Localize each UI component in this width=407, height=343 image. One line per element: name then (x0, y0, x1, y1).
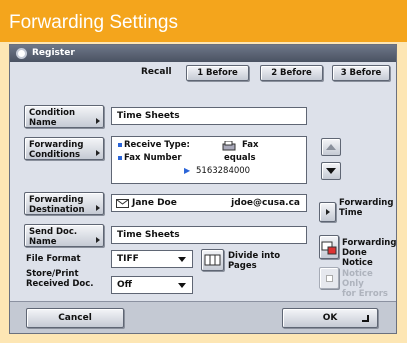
notice-only-errors-label-1: Notice Only (342, 269, 373, 289)
forwarding-done-notice-label-2: Done Notice (342, 248, 373, 268)
register-dialog: Register Recall 1 Before 2 Before 3 Befo… (9, 44, 397, 334)
bullet-icon (118, 142, 122, 147)
notice-only-errors-label: Notice Only for Errors (342, 269, 396, 299)
register-icon (16, 48, 27, 59)
notice-only-errors-button[interactable] (319, 267, 339, 289)
footer-bar: Cancel OK (10, 301, 396, 333)
arrow-right-icon (96, 150, 100, 156)
forwarding-done-notice-label-1: Forwarding (342, 238, 397, 248)
receive-type-value: Fax (242, 140, 259, 150)
divide-into-pages-label: Divide into Pages (228, 251, 280, 271)
forwarding-time-label-2: Time (339, 208, 363, 218)
cancel-button[interactable]: Cancel (26, 308, 124, 328)
forwarding-destination-button[interactable]: Forwarding Destination (24, 192, 104, 215)
ok-button[interactable]: OK (282, 308, 378, 328)
fax-icon (222, 141, 236, 151)
file-format-value: TIFF (117, 254, 139, 264)
recall-3-before-button[interactable]: 3 Before (332, 65, 390, 81)
page-frame: Forwarding Settings Register Recall 1 Be… (0, 0, 407, 343)
email-icon (116, 199, 129, 208)
condition-name-label-2: Name (29, 118, 57, 128)
store-print-label-1: Store/Print (26, 269, 79, 279)
ok-label: OK (322, 313, 338, 323)
divide-into-pages-label-1: Divide into (228, 251, 281, 261)
recall-1-before-button[interactable]: 1 Before (186, 65, 249, 81)
file-format-label: File Format (26, 254, 81, 264)
forwarding-time-button[interactable] (319, 202, 336, 222)
forwarding-time-label: Forwarding Time (339, 198, 393, 218)
condition-name-field[interactable]: Time Sheets (111, 107, 307, 125)
triangle-up-icon (326, 144, 336, 150)
scroll-up-button[interactable] (321, 138, 341, 156)
divide-into-pages-button[interactable] (201, 249, 224, 271)
arrow-right-icon (96, 118, 100, 124)
window-title: Register (32, 48, 75, 58)
fax-number-operator: equals (224, 153, 256, 163)
phone-icon: ▶ (184, 166, 191, 175)
send-doc-name-label-1: Send Doc. (29, 227, 78, 237)
notice-only-errors-label-2: for Errors (342, 289, 388, 299)
page-title: Forwarding Settings (0, 0, 407, 42)
chevron-down-icon (178, 283, 186, 288)
chevron-down-icon (178, 257, 186, 262)
store-print-select[interactable]: Off (111, 276, 193, 294)
forwarding-conditions-button[interactable]: Forwarding Conditions (24, 137, 104, 160)
store-print-label-2: Received Doc. (26, 279, 94, 289)
destination-email: jdoe@cusa.ca (231, 198, 300, 208)
receive-type-label: Receive Type: (124, 140, 190, 150)
arrow-right-icon (96, 237, 100, 243)
recall-label: Recall (141, 67, 172, 77)
checkbox-icon (325, 274, 333, 282)
send-doc-name-field[interactable]: Time Sheets (111, 226, 307, 244)
arrow-right-icon (325, 209, 330, 215)
notice-icon (321, 241, 337, 255)
divide-into-pages-label-2: Pages (228, 261, 257, 271)
triangle-down-icon (326, 168, 336, 174)
forwarding-conditions-label-1: Forwarding (29, 140, 84, 150)
forwarding-destination-label-1: Forwarding (29, 195, 84, 205)
forwarding-destination-field[interactable]: Jane Doe jdoe@cusa.ca (111, 194, 307, 212)
send-doc-name-label-2: Name (29, 237, 57, 247)
forwarding-conditions-label-2: Conditions (29, 150, 81, 160)
forwarding-done-notice-button[interactable] (319, 235, 339, 259)
bullet-icon (118, 155, 122, 160)
window-titlebar: Register (10, 45, 396, 62)
receive-type-row: Receive Type: (118, 140, 190, 150)
fax-number-row: Fax Number (118, 153, 182, 163)
recall-2-before-button[interactable]: 2 Before (260, 65, 323, 81)
file-format-select[interactable]: TIFF (111, 250, 193, 268)
store-print-value: Off (117, 280, 132, 290)
forwarding-done-notice-label: Forwarding Done Notice (342, 238, 396, 268)
forwarding-conditions-box[interactable]: Receive Type: Fax Fax Number equals ▶ 51… (111, 136, 307, 184)
fax-number-value: 5163284000 (196, 166, 251, 176)
store-print-label: Store/Print Received Doc. (26, 269, 94, 289)
destination-name: Jane Doe (132, 198, 177, 208)
arrow-right-icon (96, 205, 100, 211)
return-icon (362, 315, 369, 322)
pages-icon (204, 254, 221, 266)
condition-name-label-1: Condition (29, 108, 75, 118)
forwarding-destination-label-2: Destination (29, 205, 85, 215)
scroll-down-button[interactable] (321, 162, 341, 180)
forwarding-time-label-1: Forwarding (339, 198, 394, 208)
send-doc-name-button[interactable]: Send Doc. Name (24, 224, 104, 247)
fax-number-label: Fax Number (124, 153, 182, 163)
condition-name-button[interactable]: Condition Name (24, 105, 104, 128)
